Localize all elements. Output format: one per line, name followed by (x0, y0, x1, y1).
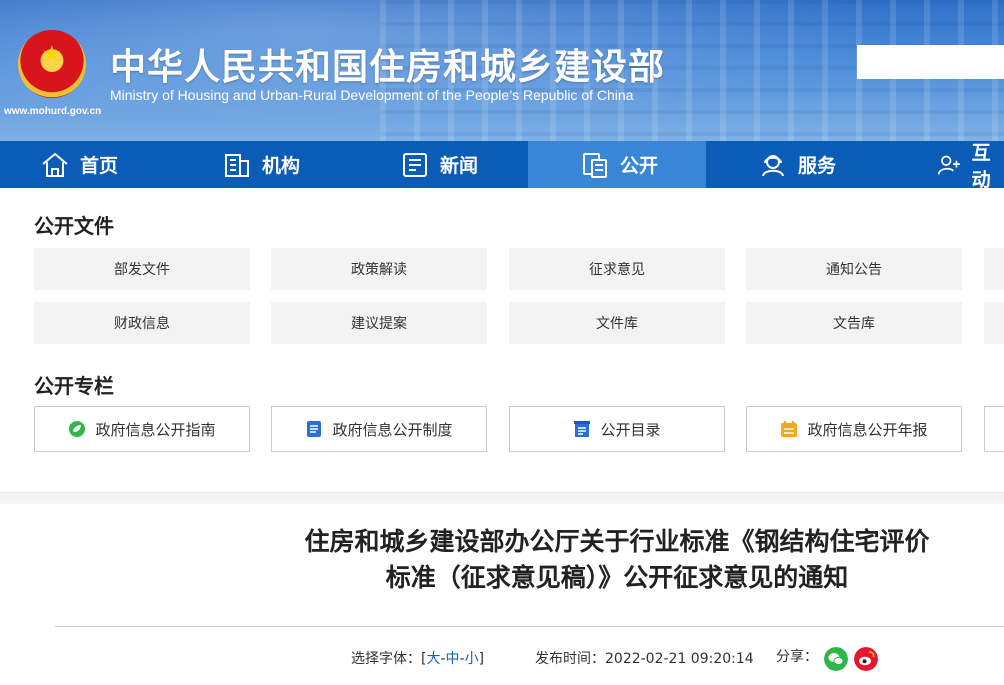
public-doc-link[interactable]: 财政信息 (34, 302, 250, 344)
section-title-public-columns: 公开专栏 (34, 374, 114, 398)
nav-item-interact[interactable]: 互动 (936, 141, 1004, 191)
column-link-catalog[interactable]: 公开目录 (509, 406, 725, 452)
font-size-close: ] (478, 651, 485, 667)
column-link-label: 政府信息公开制度 (332, 420, 453, 439)
catalog-icon (574, 421, 591, 437)
font-size-medium-link[interactable]: 中 (446, 651, 460, 667)
person-interact-icon (937, 155, 960, 175)
wechat-icon[interactable] (824, 647, 848, 671)
search-input[interactable] (857, 45, 1004, 79)
service-icon (762, 154, 784, 176)
news-icon (403, 152, 427, 177)
share-label: 分享： (776, 649, 818, 665)
public-doc-link[interactable]: 文件库 (509, 302, 725, 344)
nav-label: 新闻 (440, 155, 479, 177)
section-title-public-docs: 公开文件 (34, 214, 114, 238)
column-link-guide[interactable]: 政府信息公开指南 (34, 406, 250, 452)
weibo-icon[interactable] (854, 647, 878, 671)
font-size-small-link[interactable]: 小 (465, 651, 479, 667)
nav-item-service[interactable]: 服务 (758, 141, 836, 188)
public-doc-link-overflow[interactable] (984, 248, 1004, 290)
publish-time: 2022-02-21 09:20:14 (605, 651, 754, 667)
title-rule (55, 626, 1004, 627)
home-icon (42, 152, 68, 177)
list-doc-icon (307, 421, 322, 437)
public-doc-link[interactable]: 文告库 (746, 302, 962, 344)
public-doc-link[interactable]: 征求意见 (509, 248, 725, 290)
calendar-icon (781, 421, 798, 437)
nav-item-public[interactable]: 公开 (528, 141, 706, 188)
font-size-selector: 选择字体：[大-中-小] (351, 648, 484, 668)
site-title[interactable]: 中华人民共和国住房和城乡建设部 (110, 38, 665, 90)
building-icon (225, 153, 249, 177)
nav-label: 机构 (262, 155, 301, 177)
nav-item-home[interactable]: 首页 (40, 141, 118, 188)
nav-label: 公开 (620, 155, 659, 177)
public-doc-link[interactable]: 建议提案 (271, 302, 487, 344)
section-divider (0, 492, 1004, 504)
leaf-icon (69, 421, 86, 437)
column-link-label: 政府信息公开年报 (807, 420, 928, 439)
document-icon (583, 152, 607, 178)
public-doc-link[interactable]: 政策解读 (271, 248, 487, 290)
public-doc-link[interactable]: 部发文件 (34, 248, 250, 290)
site-header: ★ www.mohurd.gov.cn 中华人民共和国住房和城乡建设部 Mini… (0, 0, 1004, 141)
article-title-line: 标准（征求意见稿）》公开征求意见的通知 (385, 563, 849, 592)
publish-label: 发布时间： (535, 651, 605, 667)
public-doc-link-overflow[interactable] (984, 302, 1004, 344)
nav-label: 互动 (971, 141, 991, 191)
nav-label: 首页 (80, 155, 119, 177)
nav-item-organization[interactable]: 机构 (222, 141, 300, 188)
column-link-label: 公开目录 (600, 420, 661, 439)
column-link-label: 政府信息公开指南 (95, 420, 216, 439)
public-doc-link[interactable]: 通知公告 (746, 248, 962, 290)
font-size-label: 选择字体：[ (351, 651, 427, 667)
article-title: 住房和城乡建设部办公厅关于行业标准《钢结构住宅评价 标准（征求意见稿）》公开征求… (240, 524, 994, 596)
national-emblem-icon[interactable]: ★ (18, 30, 86, 98)
publish-info: 发布时间：2022-02-21 09:20:14 (535, 648, 754, 668)
site-url: www.mohurd.gov.cn (4, 106, 102, 117)
column-link-overflow[interactable] (984, 406, 1004, 452)
site-title-english: Ministry of Housing and Urban-Rural Deve… (110, 87, 634, 103)
font-size-large-link[interactable]: 大 (426, 651, 440, 667)
column-link-system[interactable]: 政府信息公开制度 (271, 406, 487, 452)
nav-item-news[interactable]: 新闻 (400, 141, 478, 188)
nav-label: 服务 (798, 155, 837, 177)
column-link-annual-report[interactable]: 政府信息公开年报 (746, 406, 962, 452)
article-title-line: 住房和城乡建设部办公厅关于行业标准《钢结构住宅评价 (304, 527, 930, 556)
main-nav: 首页 机构 新闻 公开 服务 互动 (0, 141, 1004, 191)
